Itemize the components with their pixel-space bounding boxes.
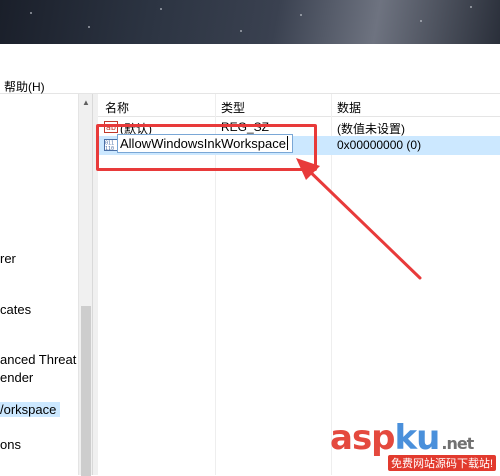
tree-item[interactable]: ons <box>0 437 21 452</box>
scrollbar-thumb[interactable] <box>81 306 91 476</box>
column-header-type[interactable]: 类型 <box>221 99 245 116</box>
column-header-name[interactable]: 名称 <box>105 99 129 116</box>
menu-help[interactable]: 帮助(H) <box>4 78 45 95</box>
watermark-net: .net <box>441 434 474 453</box>
tree-item[interactable]: ender <box>0 370 33 385</box>
annotation-highlight-box <box>96 124 317 171</box>
tree-item-selected[interactable]: /orkspace <box>0 402 61 417</box>
watermark-tagline: 免费网站源码下载站! <box>388 455 497 471</box>
scroll-up-icon[interactable]: ▲ <box>82 98 90 107</box>
tree-item[interactable]: rer <box>0 251 16 266</box>
watermark-ku: ku <box>394 418 441 458</box>
value-data: (数值未设置) <box>337 122 405 136</box>
menu-bar: 帮助(H) <box>0 44 500 94</box>
tree-item[interactable]: anced Threat P <box>0 352 89 367</box>
desktop-wallpaper <box>0 0 500 44</box>
column-header-row: 名称 类型 数据 <box>98 94 500 117</box>
tree-scrollbar[interactable]: ▲ <box>78 94 93 476</box>
watermark-logo: aspku .net <box>330 418 474 458</box>
tree-item[interactable]: cates <box>0 302 31 317</box>
value-data: 0x00000000 (0) <box>337 138 422 152</box>
watermark-asp: asp <box>330 418 396 458</box>
column-header-data[interactable]: 数据 <box>337 99 361 116</box>
